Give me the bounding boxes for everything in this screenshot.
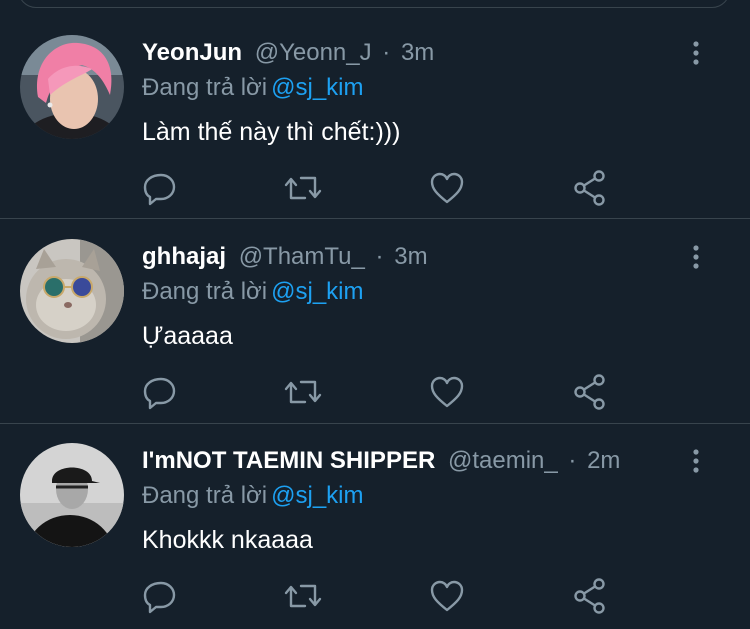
avatar[interactable] [20,35,124,139]
tweet-timestamp[interactable]: 2m [587,447,620,474]
tweet-timestamp[interactable]: 3m [401,39,434,66]
reply-button[interactable] [140,168,180,208]
display-name[interactable]: I'mNOT TAEMIN SHIPPER [142,447,435,474]
avatar[interactable] [20,443,124,547]
user-handle[interactable]: @ThamTu_ [239,243,365,270]
more-options-button[interactable] [684,38,708,68]
display-name[interactable]: ghhajaj [142,243,226,270]
replying-to-label: Đang trả lời [142,278,268,305]
user-handle[interactable]: @Yeonn_J [255,39,372,66]
reply-icon [143,581,176,614]
separator-dot: · [375,243,384,270]
tweet-actions [140,576,620,616]
replying-to-label: Đang trả lời [142,482,268,509]
more-options-icon [693,449,699,473]
tweet-text: Khokkk nkaaaa [142,526,313,554]
previous-tweet-card-border [18,0,730,8]
retweet-icon [284,380,322,404]
avatar[interactable] [20,239,124,343]
reply-tweet[interactable]: I'mNOT TAEMIN SHIPPER @taemin_ · 2m Đang… [0,426,750,629]
retweet-icon [284,176,322,200]
share-icon [574,170,605,206]
like-button[interactable] [427,372,467,412]
reply-tweet[interactable]: YeonJun @Yeonn_J · 3m Đang trả lời @sj_ki… [0,18,750,219]
retweet-button[interactable] [283,576,323,616]
more-options-icon [693,245,699,269]
reply-icon [143,173,176,206]
separator-dot: · [382,39,391,66]
reply-tweet[interactable]: ghhajaj @ThamTu_ · 3m Đang trả lời @sj_ki… [0,222,750,424]
mention-link[interactable]: @sj_kim [271,74,363,101]
more-options-button[interactable] [684,446,708,476]
like-button[interactable] [427,168,467,208]
like-icon [430,172,464,204]
tweet-header: ghhajaj @ThamTu_ · 3m [142,242,428,272]
reply-button[interactable] [140,576,180,616]
share-button[interactable] [570,168,610,208]
reply-button[interactable] [140,372,180,412]
previous-tweet-edge [0,0,750,8]
tweet-actions [140,168,620,208]
tweet-actions [140,372,620,412]
tweet-timestamp[interactable]: 3m [394,243,427,270]
pink-hair-person-avatar [20,35,124,139]
reply-icon [143,377,176,410]
more-options-button[interactable] [684,242,708,272]
cat-with-sunglasses-avatar [20,239,124,343]
more-options-icon [693,41,699,65]
tweet-text: Ựaaaaa [142,322,233,350]
retweet-icon [284,584,322,608]
share-button[interactable] [570,576,610,616]
mention-link[interactable]: @sj_kim [271,482,363,509]
replying-to-line: Đang trả lời @sj_kim [142,277,364,307]
display-name[interactable]: YeonJun [142,39,242,66]
retweet-button[interactable] [283,168,323,208]
tweet-header: I'mNOT TAEMIN SHIPPER @taemin_ · 2m [142,446,620,476]
share-icon [574,578,605,614]
like-icon [430,580,464,612]
mention-link[interactable]: @sj_kim [271,278,363,305]
tweet-header: YeonJun @Yeonn_J · 3m [142,38,434,68]
replying-to-line: Đang trả lời @sj_kim [142,481,364,511]
share-icon [574,374,605,410]
like-icon [430,376,464,408]
user-handle[interactable]: @taemin_ [448,447,558,474]
replying-to-line: Đang trả lời @sj_kim [142,73,364,103]
like-button[interactable] [427,576,467,616]
tweet-text: Làm thế này thì chết:))) [142,118,401,146]
separator-dot: · [568,447,577,474]
retweet-button[interactable] [283,372,323,412]
replying-to-label: Đang trả lời [142,74,268,101]
share-button[interactable] [570,372,610,412]
person-in-cap-avatar [20,443,124,547]
